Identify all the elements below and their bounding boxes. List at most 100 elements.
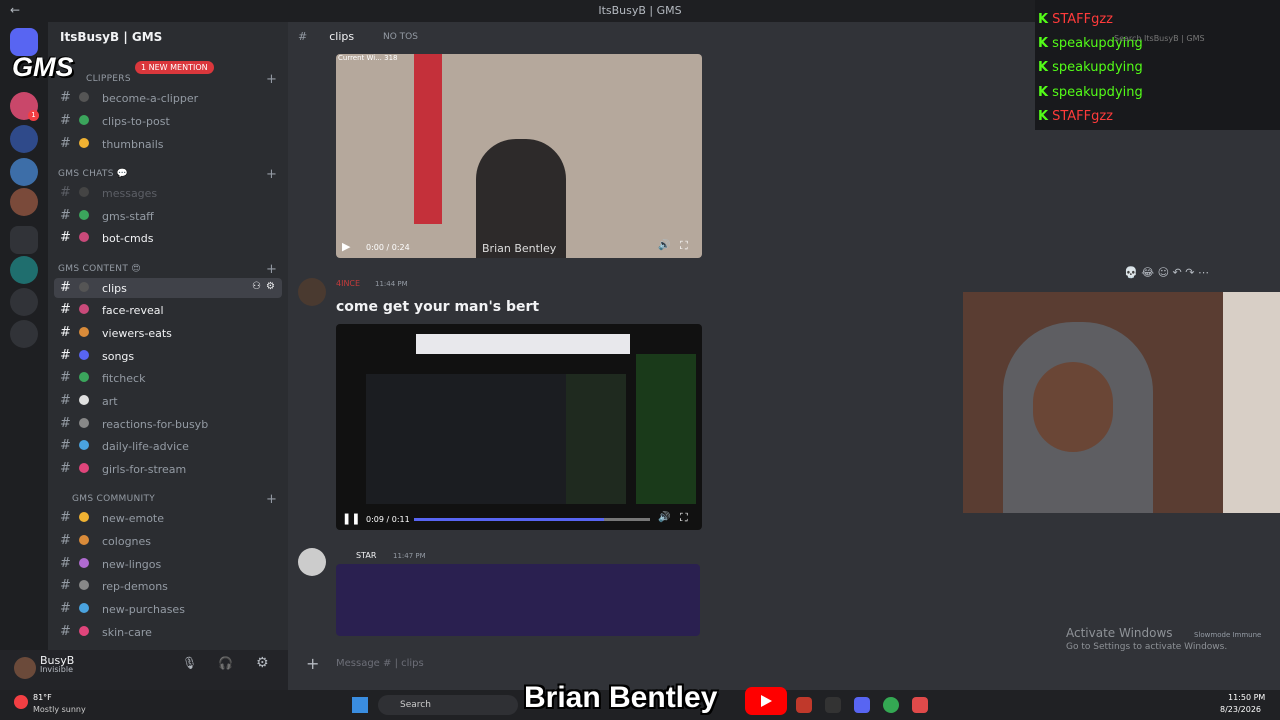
new-mention-badge[interactable]: 1 NEW MENTION — [135, 61, 214, 74]
video-player[interactable] — [336, 564, 700, 636]
channel-new-purchases[interactable]: # new-purchases — [54, 599, 282, 619]
message-input[interactable]: Message # | clips — [298, 651, 1178, 677]
channel-new-emote[interactable]: # new-emote — [54, 508, 282, 528]
app-icon[interactable] — [912, 697, 928, 713]
slowmode-label: Slowmode Immune — [1194, 631, 1262, 639]
add-channel-icon[interactable]: + — [266, 262, 277, 277]
channel-fitcheck[interactable]: # fitcheck — [54, 368, 282, 388]
author-avatar[interactable] — [298, 548, 326, 576]
add-channel-icon[interactable]: + — [266, 72, 277, 87]
author-name[interactable]: 4INCE — [336, 279, 360, 288]
explore-icon[interactable] — [10, 320, 38, 348]
youtube-icon — [745, 687, 787, 715]
server-badge: 1 — [28, 110, 39, 121]
reaction-icon[interactable]: 😂 — [1141, 266, 1154, 279]
channel-clips[interactable]: # clips ⚇ ⚙ — [54, 278, 282, 298]
channel-skin-care[interactable]: # skin-care — [54, 622, 282, 642]
server-icon[interactable] — [10, 158, 38, 186]
volume-icon[interactable]: 🔊 — [658, 240, 670, 251]
wall — [1223, 292, 1280, 513]
category-gms-chats[interactable]: GMS CHATS 💬 — [58, 169, 128, 179]
category-gms-content[interactable]: GMS CONTENT 😍 — [58, 264, 141, 274]
channel-girls-for-stream[interactable]: # girls-for-stream — [54, 459, 282, 479]
headphones-icon[interactable]: 🎧 — [218, 656, 233, 670]
server-name[interactable]: ItsBusyB | GMS — [60, 30, 162, 44]
microphone-icon[interactable]: 🎙 — [182, 656, 197, 670]
clock-time[interactable]: 11:50 PM — [1228, 693, 1265, 702]
fullscreen-icon[interactable]: ⛶ — [680, 511, 688, 525]
channel-clips-to-post[interactable]: # clips-to-post — [54, 111, 282, 131]
user-status: Invisible — [40, 665, 73, 674]
channel-art[interactable]: # art — [54, 391, 282, 411]
category-gms-community[interactable]: GMS COMMUNITY — [72, 494, 155, 504]
settings-gear-icon[interactable]: ⚙ — [256, 655, 269, 671]
app-icon[interactable] — [825, 697, 841, 713]
server-icon[interactable] — [10, 125, 38, 153]
add-reaction-icon[interactable]: ☺ — [1158, 266, 1169, 279]
search-input[interactable]: Search ItsBusyB | GMS — [1114, 34, 1205, 43]
channel-daily-life-advice[interactable]: # daily-life-advice — [54, 436, 282, 456]
app-icon[interactable] — [796, 697, 812, 713]
message-text: come get your man's bert — [336, 299, 540, 315]
server-icon[interactable] — [10, 188, 38, 216]
reply-icon[interactable]: ↶ — [1173, 266, 1182, 279]
face — [1033, 362, 1113, 452]
add-channel-icon[interactable]: + — [266, 492, 277, 507]
weather-temp[interactable]: 81°F — [33, 693, 52, 702]
taskbar-search[interactable]: Search — [378, 695, 518, 715]
category-clippers[interactable]: CLIPPERS — [86, 74, 131, 84]
author-name[interactable]: STAR — [356, 551, 376, 560]
chat-line: K STAFFgzz — [1038, 109, 1114, 124]
header-channel-name: clips — [329, 30, 355, 43]
more-icon[interactable]: ⋯ — [1198, 266, 1209, 279]
chrome-icon[interactable] — [883, 697, 899, 713]
stream-dashboard — [366, 374, 566, 504]
add-server-icon[interactable] — [10, 288, 38, 316]
discord-taskbar-icon[interactable] — [854, 697, 870, 713]
video-controls: ❚❚ 0:09 / 0:11 🔊 ⛶ — [336, 508, 702, 530]
channel-messages[interactable]: # messages — [54, 183, 282, 203]
avatar[interactable] — [14, 657, 36, 679]
channel-header: # clips — [298, 30, 354, 43]
windows-start-icon[interactable] — [352, 697, 368, 713]
pause-icon[interactable]: ❚❚ — [342, 512, 360, 525]
play-icon[interactable]: ▶ — [342, 240, 350, 253]
video-controls: ▶ 0:00 / 0:24 🔊 ⛶ — [336, 236, 702, 258]
video-time: 0:00 / 0:24 — [366, 243, 410, 252]
channel-rep-demons[interactable]: # rep-demons — [54, 576, 282, 596]
add-channel-icon[interactable]: + — [266, 167, 277, 182]
channel-colognes[interactable]: # colognes — [54, 531, 282, 551]
reaction-icon[interactable]: 💀 — [1124, 266, 1138, 279]
channel-become-a-clipper[interactable]: # become-a-clipper — [54, 88, 282, 108]
chat-panel — [566, 374, 626, 504]
forward-icon[interactable]: ↷ — [1185, 266, 1194, 279]
channel-viewers-eats[interactable]: # viewers-eats — [54, 323, 282, 343]
channel-gms-staff[interactable]: # gms-staff — [54, 206, 282, 226]
fullscreen-icon[interactable]: ⛶ — [680, 239, 688, 253]
clock-date[interactable]: 8/23/2026 — [1220, 705, 1261, 714]
curtain — [414, 54, 442, 224]
hash-icon: # — [298, 30, 308, 43]
weather-icon[interactable] — [14, 695, 28, 709]
invite-icon[interactable]: ⚇ — [252, 281, 261, 292]
progress-fill — [414, 518, 604, 521]
message-time: 11:47 PM — [393, 552, 426, 560]
channel-songs[interactable]: # songs — [54, 346, 282, 366]
message-hover-toolbar: 💀 😂 ☺ ↶ ↷ ⋯ — [1124, 266, 1209, 279]
folder-icon[interactable] — [10, 226, 38, 254]
video-player[interactable]: Current Wi... 318 Brian Bentley ▶ 0:00 /… — [336, 54, 702, 258]
server-rail: 1 — [0, 22, 48, 650]
channel-reactions-for-busyb[interactable]: # reactions-for-busyb — [54, 414, 282, 434]
weather-desc[interactable]: Mostly sunny — [33, 705, 86, 714]
chat-line: Kspeakupdying — [1038, 60, 1143, 75]
gear-icon[interactable]: ⚙ — [266, 281, 275, 292]
channel-face-reveal[interactable]: # face-reveal — [54, 300, 282, 320]
channel-new-lingos[interactable]: # new-lingos — [54, 554, 282, 574]
channel-bot-cmds[interactable]: # bot-cmds — [54, 228, 282, 248]
author-avatar[interactable] — [298, 278, 326, 306]
video-player[interactable]: ❚❚ 0:09 / 0:11 🔊 ⛶ — [336, 324, 702, 530]
browser-screen — [416, 334, 630, 354]
volume-icon[interactable]: 🔊 — [658, 512, 670, 523]
server-icon[interactable] — [10, 256, 38, 284]
channel-thumbnails[interactable]: # thumbnails — [54, 134, 282, 154]
